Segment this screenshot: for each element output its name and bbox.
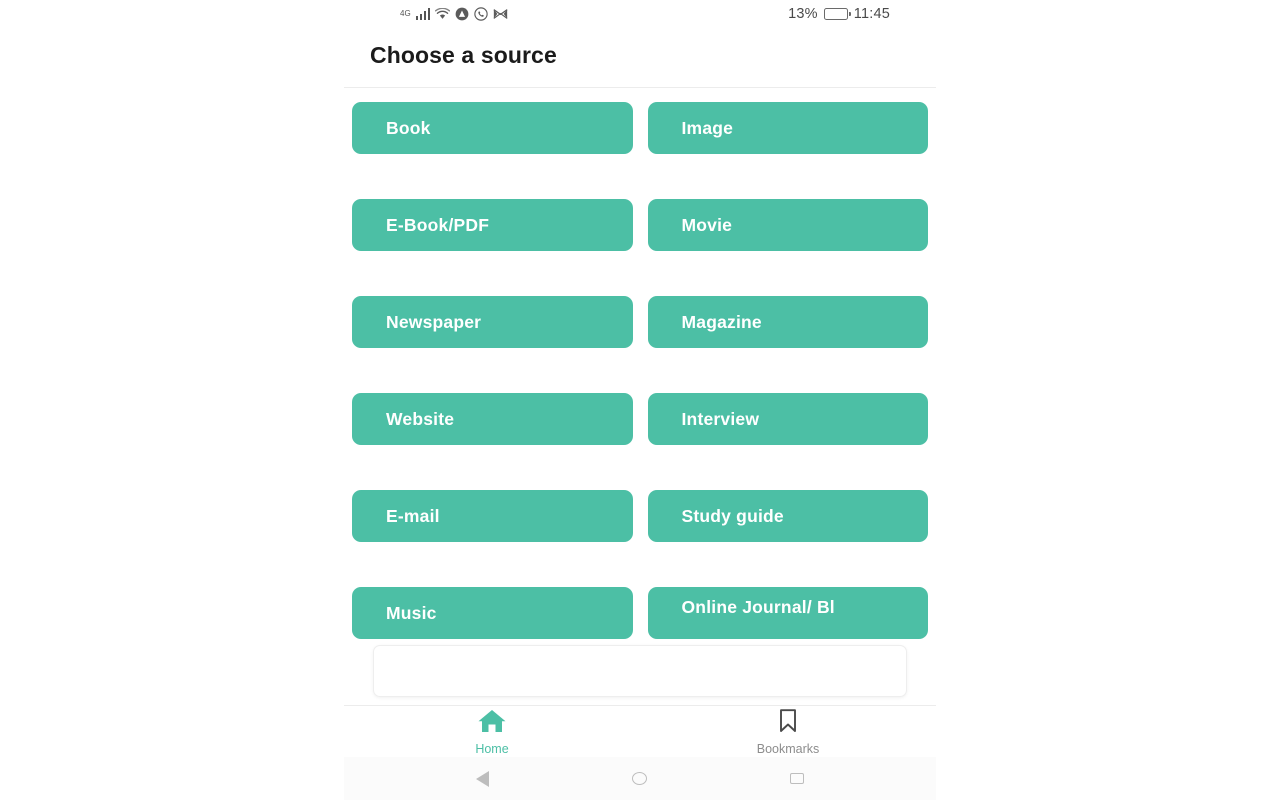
signal-bars-icon [415, 8, 431, 20]
phone-screen: 4G 13% 11:45 Choose a source Book Image … [344, 0, 936, 800]
home-icon [477, 708, 507, 739]
wifi-icon [435, 8, 451, 20]
source-grid: Book Image E-Book/PDF Movie Newspaper Magazin… [344, 88, 936, 639]
adblock-icon [455, 7, 469, 21]
network-type-label: 4G [400, 9, 411, 18]
home-circle-icon[interactable] [631, 772, 647, 785]
source-button[interactable]: Website [352, 393, 633, 445]
tab-bookmarks-label: Bookmarks [756, 741, 820, 756]
status-bar-right: 13% 11:45 [788, 6, 890, 22]
bottom-tab-bar: Home Bookmarks [344, 705, 936, 757]
source-button[interactable]: Book [352, 102, 633, 154]
source-button[interactable]: Magazine [647, 296, 928, 348]
gmail-icon [493, 8, 508, 20]
source-button[interactable]: Interview [647, 393, 928, 445]
clock-label: 11:45 [853, 6, 890, 22]
status-bar-left: 4G [400, 7, 508, 21]
tab-home-label: Home [475, 741, 509, 756]
empty-input-card[interactable] [373, 645, 907, 697]
source-button[interactable]: E-mail [352, 490, 633, 542]
source-button[interactable]: Movie [647, 199, 928, 251]
tab-bookmarks[interactable]: Bookmarks [640, 706, 936, 757]
battery-icon [823, 8, 851, 20]
bookmark-icon [776, 708, 800, 739]
source-button[interactable]: E-Book/PDF [352, 199, 633, 251]
tab-home[interactable]: Home [344, 706, 640, 757]
source-button[interactable]: Online Journal/ Bl [647, 587, 928, 639]
source-button[interactable]: Music [352, 587, 633, 639]
whatsapp-icon [474, 7, 488, 21]
back-icon[interactable] [475, 770, 489, 787]
page-title: Choose a source [370, 42, 557, 68]
battery-percent-label: 13% [788, 6, 818, 22]
source-button[interactable]: Image [647, 102, 928, 154]
source-button[interactable]: Study guide [647, 490, 928, 542]
recents-icon[interactable] [790, 773, 805, 784]
status-bar: 4G 13% 11:45 [344, 0, 936, 28]
page-header: Choose a source [344, 28, 936, 87]
android-navigation-bar [344, 757, 936, 800]
source-button[interactable]: Newspaper [352, 296, 633, 348]
